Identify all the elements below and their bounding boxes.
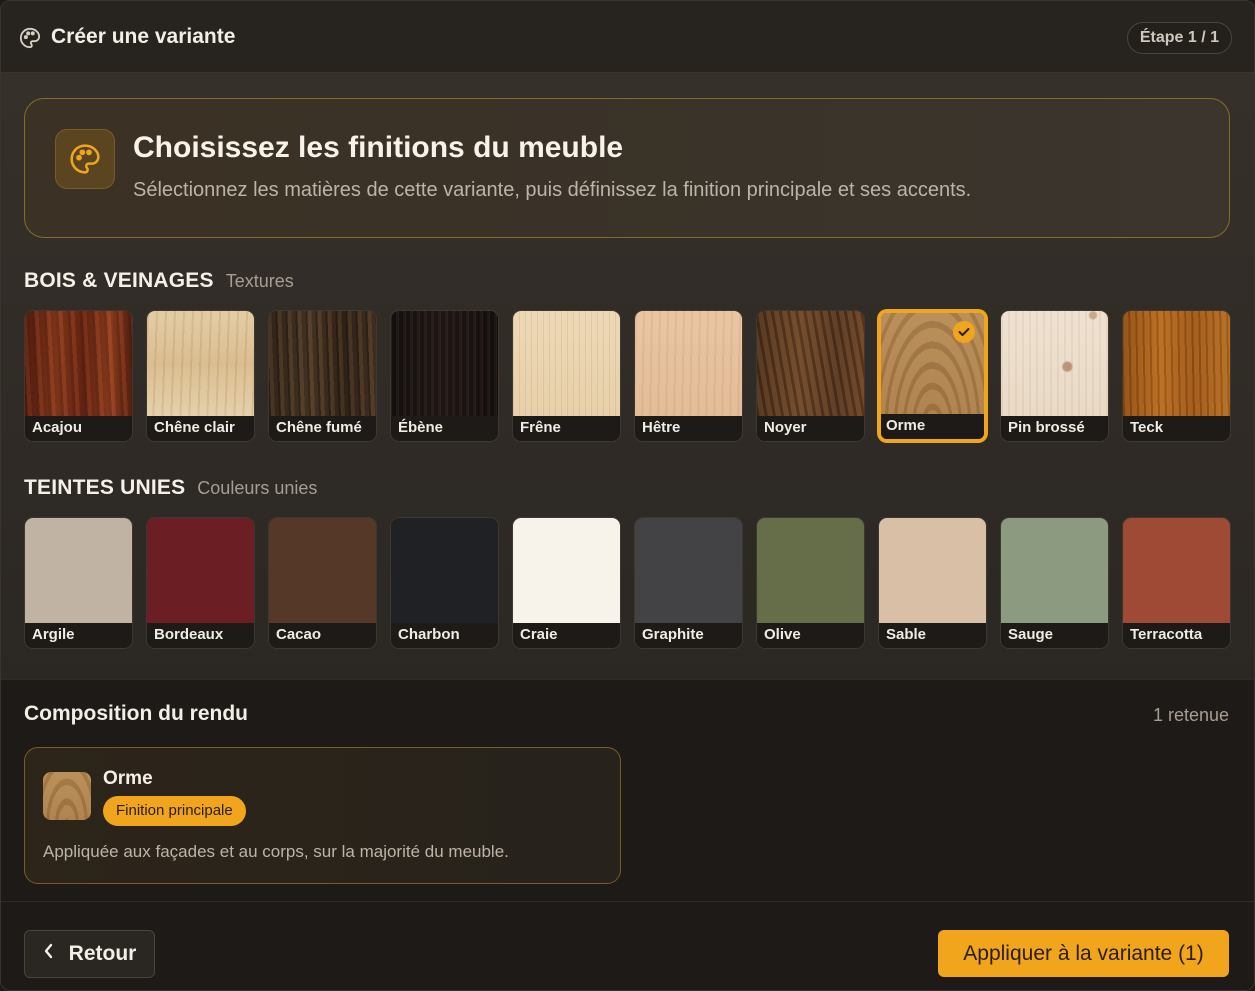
composition-count: 1 retenue [1152, 705, 1229, 725]
check-icon [953, 321, 975, 343]
composition-title: Composition du rendu [24, 702, 248, 725]
wood-swatch-frene[interactable]: Frêne [512, 310, 621, 442]
swatch-texture [391, 311, 498, 418]
composition-section: Composition du rendu 1 retenue Orme Fini… [1, 679, 1254, 901]
dialog-footer: Retour Appliquer à la variante (1) [1, 901, 1254, 990]
finish-thumbnail [43, 772, 91, 820]
swatch-label: Terracotta [1123, 623, 1230, 648]
woods-section-subtitle: Textures [225, 271, 294, 291]
solid-swatch-cacao[interactable]: Cacao [268, 517, 377, 649]
swatch-label: Acajou [25, 416, 132, 441]
intro-title: Choisissez les finitions du meuble [133, 131, 624, 164]
solid-swatch-charbon[interactable]: Charbon [390, 517, 499, 649]
palette-icon [55, 129, 115, 189]
wood-swatch-ebene[interactable]: Ébène [390, 310, 499, 442]
swatch-label: Orme [881, 414, 984, 439]
swatch-label: Pin brossé [1001, 416, 1108, 441]
finish-description: Appliquée aux façades et au corps, sur l… [43, 842, 509, 861]
wood-swatch-acajou[interactable]: Acajou [24, 310, 133, 442]
solid-swatch-olive[interactable]: Olive [756, 517, 865, 649]
swatch-label: Ébène [391, 416, 498, 441]
step-indicator: Étape 1 / 1 [1126, 22, 1232, 54]
solid-swatch-terracotta[interactable]: Terracotta [1122, 517, 1231, 649]
swatch-texture [1001, 311, 1108, 418]
chevron-left-icon [43, 942, 55, 966]
swatch-label: Graphite [635, 623, 742, 648]
variant-dialog: Créer une variante Étape 1 / 1 Choisisse… [0, 0, 1255, 991]
intro-banner: Choisissez les finitions du meuble Sélec… [24, 98, 1230, 238]
dialog-header: Créer une variante Étape 1 / 1 [1, 1, 1254, 73]
wood-swatch-teck[interactable]: Teck [1122, 310, 1231, 442]
swatch-color [1123, 518, 1230, 625]
swatch-label: Olive [757, 623, 864, 648]
swatch-texture [25, 311, 132, 418]
swatch-texture [147, 311, 254, 418]
swatch-texture [635, 311, 742, 418]
swatch-label: Bordeaux [147, 623, 254, 648]
finish-selection-panel: Choisissez les finitions du meuble Sélec… [1, 73, 1254, 679]
swatch-label: Craie [513, 623, 620, 648]
wood-swatch-chene-clair[interactable]: Chêne clair [146, 310, 255, 442]
finish-name: Orme [103, 768, 153, 789]
back-button[interactable]: Retour [24, 930, 155, 978]
swatch-label: Chêne fumé [269, 416, 376, 441]
swatch-color [757, 518, 864, 625]
swatch-label: Teck [1123, 416, 1230, 441]
solid-swatch-graphite[interactable]: Graphite [634, 517, 743, 649]
swatch-color [269, 518, 376, 625]
swatch-label: Sable [879, 623, 986, 648]
swatch-color [879, 518, 986, 625]
solids-section-header: TEINTES UNIES Couleurs unies [24, 476, 317, 506]
swatch-color [25, 518, 132, 625]
wood-swatch-noyer[interactable]: Noyer [756, 310, 865, 442]
solid-swatch-bordeaux[interactable]: Bordeaux [146, 517, 255, 649]
woods-section-header: BOIS & VEINAGES Textures [24, 269, 294, 299]
wood-swatch-grid: Acajou Chêne clair Chêne fumé Ébène Frêne Hêt… [24, 310, 1231, 442]
solid-swatch-craie[interactable]: Craie [512, 517, 621, 649]
palette-icon [19, 27, 41, 49]
swatch-label: Sauge [1001, 623, 1108, 648]
woods-section-title: BOIS & VEINAGES [24, 269, 214, 292]
swatch-color [1001, 518, 1108, 625]
swatch-texture [1123, 311, 1230, 418]
swatch-color [391, 518, 498, 625]
swatch-label: Argile [25, 623, 132, 648]
wood-swatch-orme[interactable]: Orme [878, 310, 987, 442]
intro-subtitle: Sélectionnez les matières de cette varia… [133, 179, 972, 201]
finish-card[interactable]: Orme Finition principale Appliquée aux f… [24, 747, 621, 884]
swatch-texture [513, 311, 620, 418]
dialog-title: Créer une variante [51, 25, 236, 48]
swatch-label: Chêne clair [147, 416, 254, 441]
swatch-label: Hêtre [635, 416, 742, 441]
swatch-color [513, 518, 620, 625]
wood-swatch-chene-fume[interactable]: Chêne fumé [268, 310, 377, 442]
wood-swatch-hetre[interactable]: Hêtre [634, 310, 743, 442]
back-button-label: Retour [68, 942, 137, 965]
swatch-label: Noyer [757, 416, 864, 441]
solid-swatch-sable[interactable]: Sable [878, 517, 987, 649]
solid-swatch-grid: Argile Bordeaux Cacao Charbon Craie Graphite O… [24, 517, 1231, 649]
swatch-texture [757, 311, 864, 418]
solids-section-title: TEINTES UNIES [24, 476, 186, 499]
swatch-color [147, 518, 254, 625]
swatch-texture [269, 311, 376, 418]
swatch-label: Cacao [269, 623, 376, 648]
solids-section-subtitle: Couleurs unies [197, 478, 318, 498]
wood-swatch-pin-brosse[interactable]: Pin brossé [1000, 310, 1109, 442]
swatch-label: Frêne [513, 416, 620, 441]
solid-swatch-argile[interactable]: Argile [24, 517, 133, 649]
apply-to-variant-button[interactable]: Appliquer à la variante (1) [938, 930, 1229, 977]
solid-swatch-sauge[interactable]: Sauge [1000, 517, 1109, 649]
swatch-label: Charbon [391, 623, 498, 648]
finish-role-badge[interactable]: Finition principale [103, 796, 246, 826]
swatch-color [635, 518, 742, 625]
